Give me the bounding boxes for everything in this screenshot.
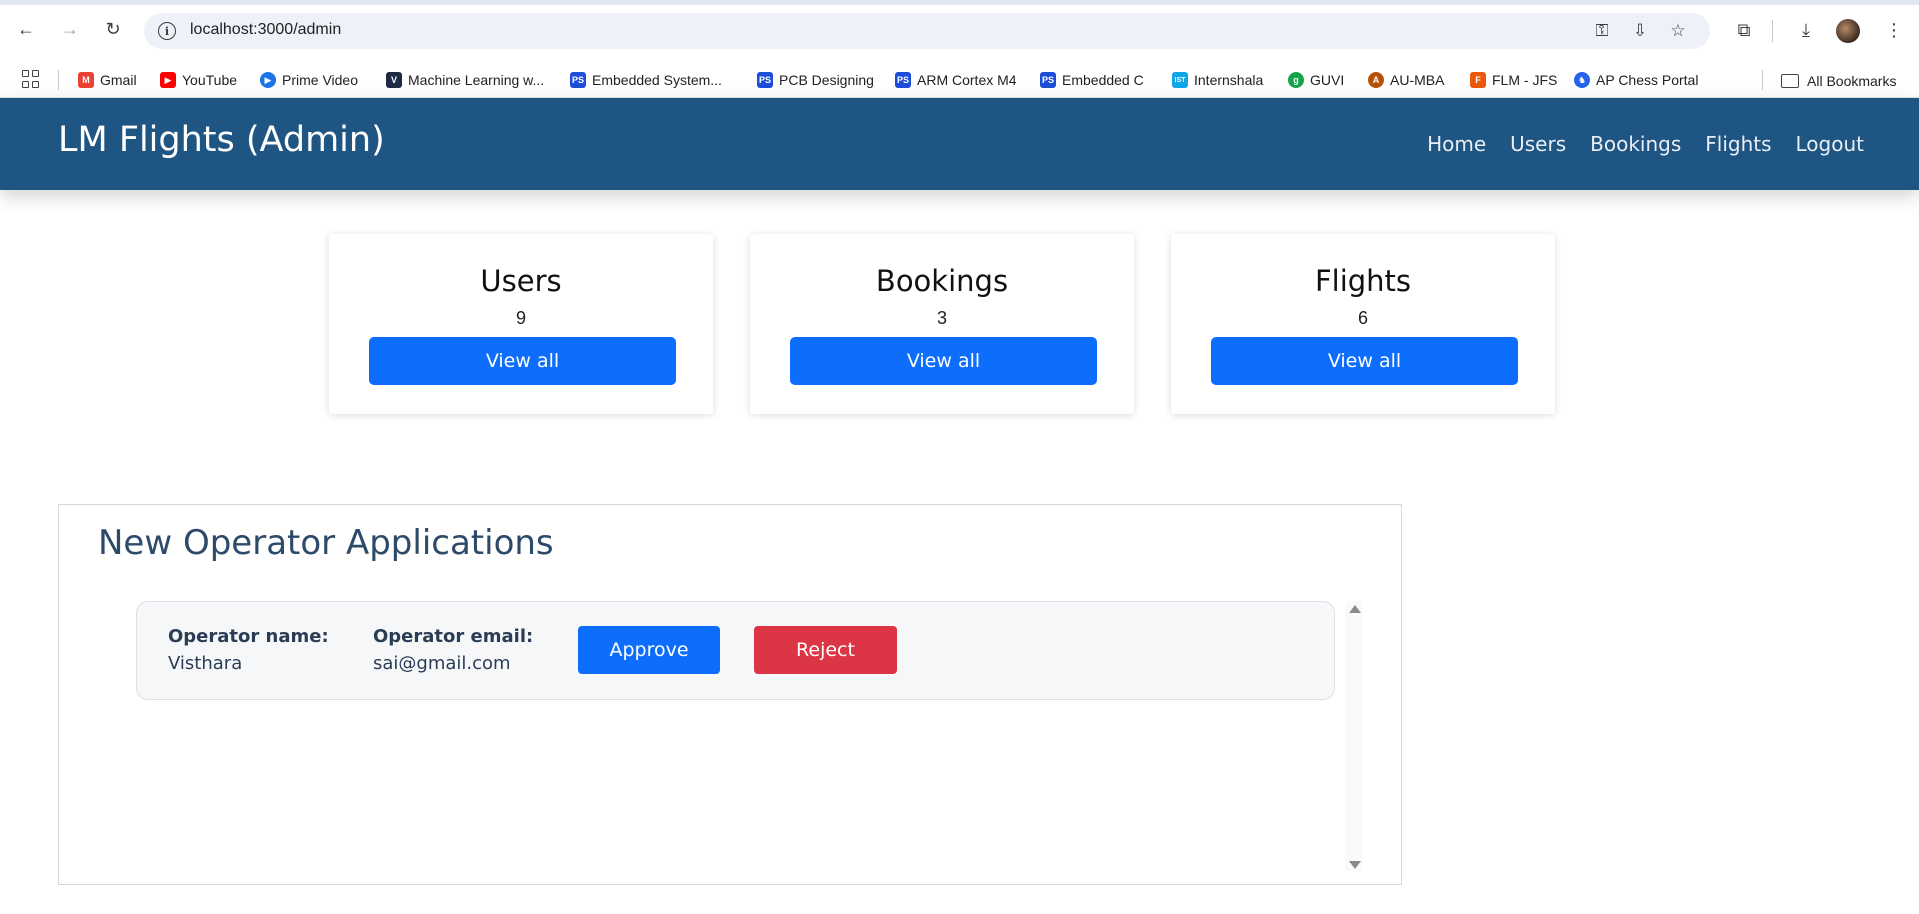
operator-name-value: Visthara (168, 653, 243, 674)
bookmark-label: PCB Designing (779, 72, 874, 88)
embedded-systems-icon: PS (570, 72, 586, 88)
bookmark-label: YouTube (182, 72, 238, 88)
bookmark-ap-chess-portal[interactable]: ♞ AP Chess Portal (1574, 69, 1698, 91)
bookmark-embedded-systems[interactable]: PS Embedded System... (570, 69, 722, 91)
approve-button[interactable]: Approve (578, 626, 720, 674)
site-info-icon[interactable]: i (158, 22, 176, 40)
arm-cortex-icon: PS (895, 72, 911, 88)
bookmark-gmail[interactable]: M Gmail (78, 69, 137, 91)
flights-stat-card: Flights 6 View all (1171, 234, 1555, 414)
password-key-icon[interactable]: ⚿ (1592, 21, 1612, 41)
bookmark-pcb-designing[interactable]: PS PCB Designing (757, 69, 874, 91)
back-arrow-icon[interactable]: ← (14, 17, 38, 41)
application-item: Operator name: Visthara Operator email: … (136, 601, 1335, 700)
forward-arrow-icon[interactable]: → (58, 17, 82, 41)
all-bookmarks-label: All Bookmarks (1807, 73, 1897, 89)
embedded-c-icon: PS (1040, 72, 1056, 88)
bookmark-arm-cortex[interactable]: PS ARM Cortex M4 (895, 69, 1017, 91)
bookmark-label: Embedded System... (592, 72, 722, 88)
reject-button[interactable]: Reject (754, 626, 897, 674)
machine-learning-icon: V (386, 72, 402, 88)
profile-avatar[interactable] (1836, 19, 1860, 43)
view-all-flights-button[interactable]: View all (1211, 337, 1518, 385)
bookmark-label: Machine Learning w... (408, 72, 545, 88)
bookmarks-divider-right (1762, 70, 1763, 90)
section-title: New Operator Applications (98, 523, 554, 563)
youtube-icon: ▶ (160, 72, 176, 88)
address-bar[interactable]: i localhost:3000/admin ⚿ ⇩ ☆ (144, 13, 1710, 49)
bookings-stat-card: Bookings 3 View all (750, 234, 1134, 414)
bookmark-star-icon[interactable]: ☆ (1668, 21, 1688, 41)
bookmark-embedded-c[interactable]: PS Embedded C (1040, 69, 1144, 91)
bookmark-label: GUVI (1310, 72, 1345, 88)
nav-links: Home Users Bookings Flights Logout (1427, 132, 1864, 156)
reload-icon[interactable]: ↻ (101, 17, 125, 41)
card-count: 3 (936, 308, 947, 328)
scroll-up-arrow-icon[interactable] (1349, 605, 1361, 613)
bookmark-internshala[interactable]: IST Internshala (1172, 69, 1263, 91)
guvi-icon: g (1288, 72, 1304, 88)
toolbar-divider (1772, 20, 1773, 42)
nav-flights-link[interactable]: Flights (1705, 132, 1771, 156)
applications-scrollbar[interactable] (1345, 601, 1363, 871)
gmail-icon: M (78, 72, 94, 88)
card-count: 9 (515, 308, 526, 328)
view-all-users-button[interactable]: View all (369, 337, 676, 385)
card-title: Users (480, 264, 562, 298)
bookmark-label: ARM Cortex M4 (917, 72, 1017, 88)
scroll-down-arrow-icon[interactable] (1349, 861, 1361, 869)
tab-strip (0, 0, 1919, 5)
au-mba-icon: A (1368, 72, 1384, 88)
operator-email-field: Operator email: sai@gmail.com (373, 626, 533, 674)
nav-home-link[interactable]: Home (1427, 132, 1486, 156)
brand-title[interactable]: LM Flights (Admin) (58, 120, 385, 160)
bookmarks-bar: M Gmail ▶ YouTube ▶ Prime Video V Machine Le… (0, 62, 1919, 98)
operator-name-field: Operator name: Visthara (168, 626, 329, 674)
view-all-bookings-button[interactable]: View all (790, 337, 1097, 385)
bookmark-label: Internshala (1194, 72, 1264, 88)
bookmark-prime-video[interactable]: ▶ Prime Video (260, 69, 358, 91)
prime-video-icon: ▶ (260, 72, 276, 88)
card-title: Bookings (875, 264, 1009, 298)
nav-bookings-link[interactable]: Bookings (1590, 132, 1681, 156)
nav-users-link[interactable]: Users (1510, 132, 1566, 156)
bookmark-guvi[interactable]: g GUVI (1288, 69, 1344, 91)
users-stat-card: Users 9 View all (329, 234, 713, 414)
card-title: Flights (1314, 264, 1412, 298)
browser-toolbar: ← → ↻ i localhost:3000/admin ⚿ ⇩ ☆ ⧉ ⤓ ⋮ (0, 0, 1919, 62)
bookmark-label: AP Chess Portal (1596, 72, 1699, 88)
operator-applications-panel: New Operator Applications Operator name:… (58, 504, 1402, 885)
internshala-icon: IST (1172, 72, 1188, 88)
operator-email-label: Operator email: (373, 626, 534, 647)
card-count: 6 (1357, 308, 1368, 328)
bookmarks-divider (58, 70, 59, 90)
bookmark-machine-learning[interactable]: V Machine Learning w... (386, 69, 544, 91)
apps-grid-icon[interactable] (22, 70, 40, 88)
downloads-icon[interactable]: ⤓ (1794, 18, 1818, 42)
nav-logout-link[interactable]: Logout (1796, 132, 1864, 156)
menu-kebab-icon[interactable]: ⋮ (1882, 18, 1906, 42)
bookmark-label: Gmail (100, 72, 137, 88)
operator-name-label: Operator name: (168, 626, 329, 647)
app-navbar: LM Flights (Admin) Home Users Bookings F… (0, 98, 1919, 190)
folder-icon (1781, 74, 1799, 88)
extensions-icon[interactable]: ⧉ (1732, 18, 1756, 42)
chess-portal-icon: ♞ (1574, 72, 1590, 88)
pcb-designing-icon: PS (757, 72, 773, 88)
bookmark-label: FLM - JFS (1492, 72, 1558, 88)
address-url[interactable]: localhost:3000/admin (190, 21, 341, 39)
bookmark-youtube[interactable]: ▶ YouTube (160, 69, 237, 91)
bookmark-label: AU-MBA (1390, 72, 1445, 88)
install-app-icon[interactable]: ⇩ (1630, 21, 1650, 41)
bookmark-flm-jfs[interactable]: F FLM - JFS (1470, 69, 1557, 91)
bookmark-label: Prime Video (282, 72, 359, 88)
bookmark-au-mba[interactable]: A AU-MBA (1368, 69, 1444, 91)
bookmark-label: Embedded C (1062, 72, 1144, 88)
flm-jfs-icon: F (1470, 72, 1486, 88)
all-bookmarks-folder[interactable]: All Bookmarks (1781, 70, 1896, 92)
operator-email-value: sai@gmail.com (373, 653, 511, 674)
